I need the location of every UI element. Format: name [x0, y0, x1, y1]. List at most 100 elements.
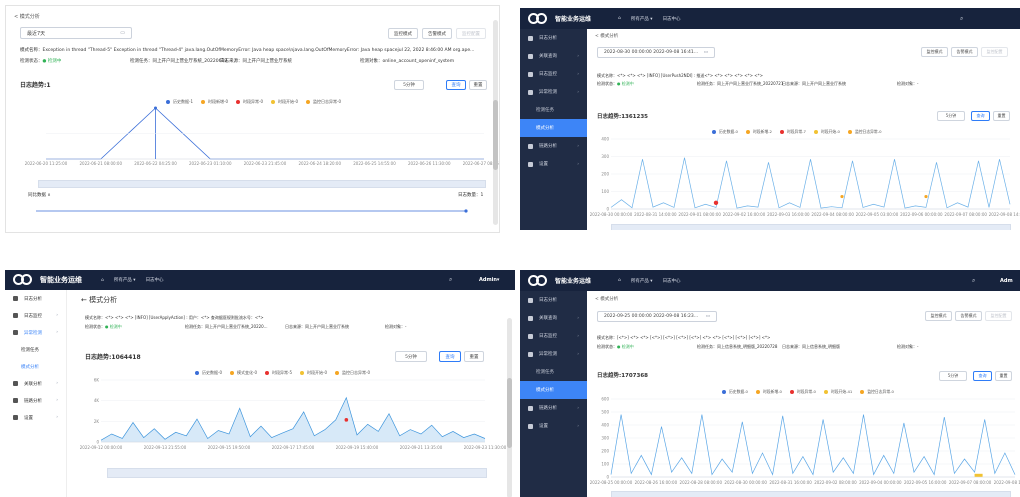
product-menu[interactable]: 所有产品 ▾ [114, 277, 136, 283]
legend-item[interactable]: 时段开始-41 [823, 389, 852, 395]
legend-item[interactable]: 历史数据-1 [166, 99, 193, 105]
reset-button[interactable]: 重置 [993, 111, 1010, 121]
legend-item[interactable]: 模式变化-0 [230, 370, 257, 376]
sidebar-item-5[interactable]: 模式分析 [520, 381, 587, 399]
sidebar-item-4[interactable]: 模式分析 [5, 358, 66, 375]
sidebar-item-0[interactable]: 日志分析 [520, 29, 587, 47]
scrollbar-thumb[interactable] [493, 100, 498, 170]
legend-item[interactable]: 历史数据-0 [712, 129, 738, 135]
home-icon[interactable]: ⌂ [101, 278, 104, 283]
back-link[interactable]: < 模式分析 [14, 13, 40, 20]
time-range-slider[interactable] [107, 468, 487, 478]
log-center-link[interactable]: 日志中心 [663, 16, 681, 22]
legend-item[interactable]: 时段异常-7 [779, 129, 806, 135]
anomaly-marker[interactable] [924, 194, 928, 199]
back-link[interactable]: ← 模式分析 [81, 295, 117, 305]
sidebar-item-3[interactable]: 异常检测 › [520, 83, 587, 101]
sidebar-item-1[interactable]: 关联查询 › [520, 47, 587, 65]
sidebar-item-2[interactable]: 异常检测 › [5, 324, 66, 341]
sidebar-item-0[interactable]: 日志分析 [520, 291, 587, 309]
legend-item[interactable]: 时段异常-0 [789, 389, 816, 395]
log-center-link[interactable]: 日志中心 [663, 278, 681, 284]
sidebar-item-1[interactable]: 日志监控 › [5, 307, 66, 324]
back-link[interactable]: < 模式分析 [595, 296, 618, 302]
legend-item[interactable]: 时段新增-2 [745, 129, 772, 135]
log-center-link[interactable]: 日志中心 [146, 277, 164, 283]
query-button[interactable]: 查询 [446, 80, 466, 90]
user-menu[interactable]: Adm [1000, 278, 1013, 284]
interval-select[interactable]: 5分钟 [394, 80, 424, 90]
date-range-input[interactable]: 2022-08-30 00:00:00 2022-09-08 16:41... ▭ [597, 47, 715, 58]
legend-item[interactable]: 时段开始-0 [271, 99, 298, 105]
sidebar-item-7[interactable]: 设置 › [5, 409, 66, 426]
sidebar-item-3[interactable]: 异常检测 › [520, 345, 587, 363]
scrollbar-thumb[interactable] [507, 378, 512, 448]
legend-item[interactable]: 历史数据-0 [195, 370, 222, 376]
home-icon[interactable]: ⌂ [618, 278, 621, 283]
sidebar-item-6[interactable]: 链路分析 › [5, 392, 66, 409]
query-button[interactable]: 查询 [971, 111, 990, 121]
home-icon[interactable]: ⌂ [618, 16, 621, 21]
legend-item[interactable]: 时段新增-0 [201, 99, 228, 105]
search-icon[interactable]: ⌕ [960, 15, 963, 23]
date-range-input[interactable]: 2022-09-25 00:00:00 2022-09-08 16:23... ▭ [597, 311, 717, 322]
monitor-config-button[interactable]: 监控配置 [456, 28, 486, 39]
scrollbar[interactable] [507, 318, 512, 497]
legend-item[interactable]: 时段异常-5 [265, 370, 292, 376]
sidebar-item-0[interactable]: 日志分析 [5, 290, 66, 307]
time-range-slider[interactable] [611, 491, 1011, 497]
legend-item[interactable]: 时段开始-0 [813, 129, 840, 135]
sidebar-item-1[interactable]: 关联查询 › [520, 309, 587, 327]
anomaly-marker[interactable] [344, 418, 349, 422]
app-logo[interactable]: 智能业务运维 [13, 273, 82, 287]
back-link[interactable]: < 模式分析 [595, 33, 618, 39]
monitor-mode-button[interactable]: 监控模式 [925, 311, 952, 321]
legend-item[interactable]: 时段异常-0 [236, 99, 263, 105]
search-icon[interactable]: ⌕ [449, 276, 452, 284]
alert-mode-button[interactable]: 告警模式 [951, 47, 978, 57]
alert-mode-button[interactable]: 告警模式 [955, 311, 982, 321]
reset-button[interactable]: 重置 [464, 351, 484, 362]
legend-item[interactable]: 时段新增-0 [755, 389, 782, 395]
reset-button[interactable]: 重置 [469, 80, 487, 90]
time-range-slider[interactable] [611, 224, 1011, 230]
data-point[interactable] [154, 106, 157, 110]
sidebar-item-6[interactable]: 链路分析 › [520, 137, 587, 155]
interval-select[interactable]: 5分钟 [939, 371, 967, 381]
monitor-config-button[interactable]: 监控配置 [985, 311, 1012, 321]
product-menu[interactable]: 所有产品 ▾ [631, 278, 653, 284]
legend-item[interactable]: 监控日志异常-0 [306, 99, 341, 105]
scrollbar[interactable] [493, 20, 498, 225]
comparison-label[interactable]: 同比数据 ∧ [28, 192, 51, 198]
app-logo[interactable]: 智能业务运维 [528, 274, 591, 288]
reset-button[interactable]: 重置 [995, 371, 1012, 381]
anomaly-marker[interactable] [840, 194, 844, 199]
interval-select[interactable]: 5分钟 [395, 351, 427, 362]
query-button[interactable]: 查询 [973, 371, 992, 381]
sidebar-item-4[interactable]: 检测任务 [520, 101, 587, 119]
legend-item[interactable]: 监控日志异常-0 [335, 370, 370, 376]
alert-mode-button[interactable]: 告警模式 [422, 28, 452, 39]
sidebar-item-7[interactable]: 设置 › [520, 417, 587, 435]
monitor-mode-button[interactable]: 监控模式 [921, 47, 948, 57]
legend-item[interactable]: 时段开始-0 [300, 370, 327, 376]
legend-item[interactable]: 监控日志异常-0 [847, 129, 882, 135]
time-range-slider[interactable] [38, 180, 486, 188]
product-menu[interactable]: 所有产品 ▾ [631, 16, 653, 22]
user-menu[interactable]: Admin▾ [479, 277, 499, 283]
sidebar-item-4[interactable]: 检测任务 [520, 363, 587, 381]
sidebar-item-5[interactable]: 关联分析 › [5, 375, 66, 392]
interval-select[interactable]: 5分钟 [937, 111, 965, 121]
date-range-select[interactable]: 最近7天 ▭ [20, 27, 132, 39]
anomaly-marker[interactable] [974, 473, 983, 477]
monitor-config-button[interactable]: 监控配置 [981, 47, 1008, 57]
app-logo[interactable]: 智能业务运维 [528, 12, 591, 26]
sidebar-item-7[interactable]: 设置 › [520, 155, 587, 173]
legend-item[interactable]: 历史数据-0 [722, 389, 748, 395]
sidebar-item-6[interactable]: 链路分析 › [520, 399, 587, 417]
anomaly-marker[interactable] [713, 200, 719, 205]
search-icon[interactable]: ⌕ [972, 277, 975, 285]
query-button[interactable]: 查询 [439, 351, 461, 362]
sidebar-item-3[interactable]: 检测任务 [5, 341, 66, 358]
monitor-mode-button[interactable]: 监控模式 [388, 28, 418, 39]
